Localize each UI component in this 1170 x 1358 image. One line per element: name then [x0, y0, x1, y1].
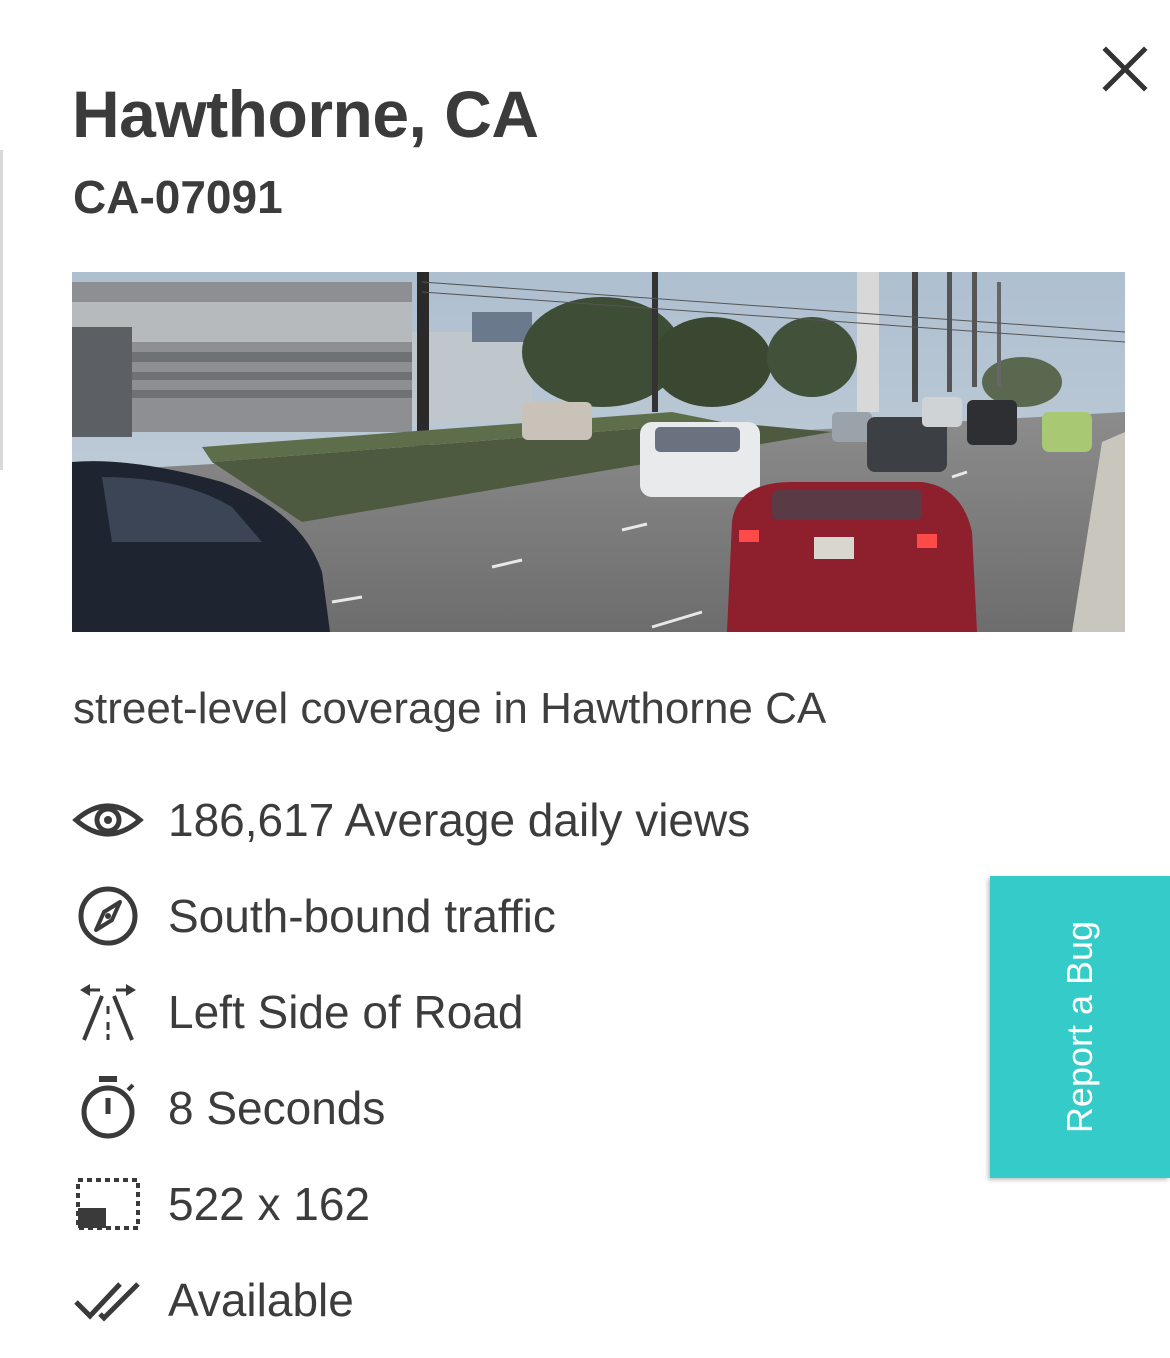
duration-text: 8 Seconds — [168, 1082, 386, 1134]
report-bug-label: Report a Bug — [1059, 920, 1100, 1134]
report-bug-button[interactable]: Report a Bug — [990, 876, 1170, 1178]
panel-edge-divider — [0, 150, 3, 470]
location-code: CA-07091 — [73, 171, 283, 223]
list-item-duration: 8 Seconds — [72, 1060, 750, 1156]
dimensions-text: 522 x 162 — [168, 1178, 371, 1230]
close-icon — [1102, 46, 1148, 92]
close-button[interactable] — [1094, 38, 1156, 100]
compass-icon — [72, 880, 144, 952]
direction-text: South-bound traffic — [168, 890, 556, 942]
list-item-road-side: Left Side of Road — [72, 964, 750, 1060]
availability-text: Available — [168, 1274, 354, 1326]
eye-icon — [72, 784, 144, 856]
street-photo — [72, 272, 1125, 632]
stopwatch-icon — [72, 1072, 144, 1144]
list-item-availability: Available — [72, 1252, 750, 1348]
dimensions-icon — [72, 1168, 144, 1240]
list-item-views: 186,617 Average daily views — [72, 772, 750, 868]
list-item-dimensions: 522 x 162 — [72, 1156, 750, 1252]
road-side-text: Left Side of Road — [168, 986, 524, 1038]
location-title: Hawthorne, CA — [72, 77, 539, 151]
list-item-direction: South-bound traffic — [72, 868, 750, 964]
location-description: street-level coverage in Hawthorne CA — [73, 684, 827, 733]
road-side-icon — [72, 976, 144, 1048]
views-text: 186,617 Average daily views — [168, 794, 751, 846]
location-detail-panel: Hawthorne, CA CA-07091 street-level cove… — [0, 0, 1170, 1358]
details-list: 186,617 Average daily views South-bound … — [72, 772, 750, 1348]
double-check-icon — [72, 1264, 144, 1336]
